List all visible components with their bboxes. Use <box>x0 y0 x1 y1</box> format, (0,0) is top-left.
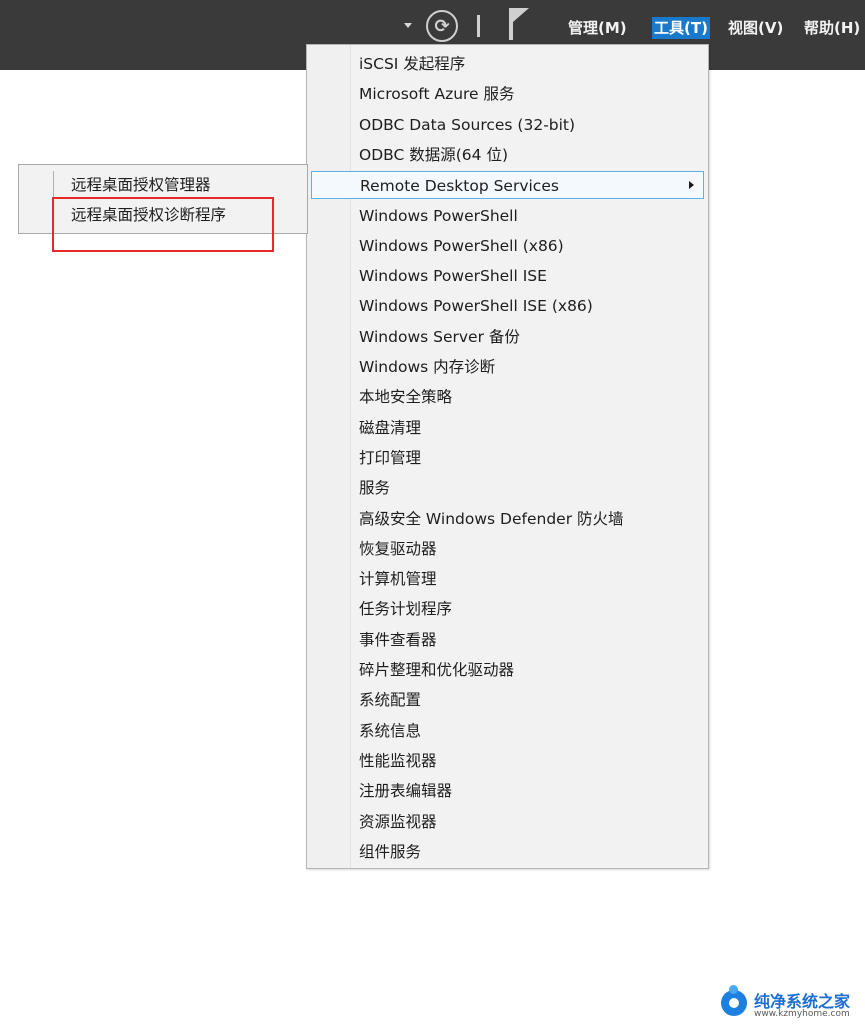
menu-item-label: Windows PowerShell ISE (x86) <box>359 297 593 316</box>
submenu-arrow-icon <box>689 181 694 190</box>
menu-item-label: Windows PowerShell ISE <box>359 267 547 286</box>
menu-item[interactable]: Microsoft Azure 服务 <box>311 80 704 108</box>
notifications-flag-icon[interactable] <box>513 8 529 22</box>
menu-item[interactable]: 服务 <box>311 474 704 502</box>
menu-item-label: 注册表编辑器 <box>359 782 453 801</box>
menu-item-label: 资源监视器 <box>359 812 437 831</box>
menu-item-label: 系统信息 <box>359 721 422 740</box>
menu-item-label: Windows PowerShell (x86) <box>359 236 564 255</box>
menu-item-label: 组件服务 <box>359 842 422 861</box>
menu-item[interactable]: 系统信息 <box>311 717 704 745</box>
menu-item-label: ODBC 数据源(64 位) <box>359 145 508 164</box>
submenu-item-licensing-manager[interactable]: 远程桌面授权管理器 <box>71 173 211 197</box>
menu-item[interactable]: 系统配置 <box>311 686 704 714</box>
menu-item-label: 事件查看器 <box>359 630 437 649</box>
menu-item-label: Windows Server 备份 <box>359 327 520 346</box>
menu-item[interactable]: Windows PowerShell ISE (x86) <box>311 292 704 320</box>
menu-item[interactable]: 计算机管理 <box>311 565 704 593</box>
menu-item[interactable]: Windows PowerShell ISE <box>311 262 704 290</box>
menu-item[interactable]: 碎片整理和优化驱动器 <box>311 656 704 684</box>
menu-tools[interactable]: 工具(T) <box>652 17 710 39</box>
menu-item-label: 计算机管理 <box>359 570 437 589</box>
menu-item[interactable]: Windows PowerShell (x86) <box>311 232 704 260</box>
menu-item-label: 磁盘清理 <box>359 418 422 437</box>
menu-item-label: 高级安全 Windows Defender 防火墙 <box>359 509 624 528</box>
menu-item[interactable]: Remote Desktop Services <box>311 171 704 200</box>
menu-item-label: Remote Desktop Services <box>360 177 559 196</box>
menu-item-label: 恢复驱动器 <box>359 539 437 558</box>
annotation-highlight-box <box>52 197 274 252</box>
menu-item[interactable]: 打印管理 <box>311 444 704 472</box>
menu-item[interactable]: 注册表编辑器 <box>311 777 704 805</box>
watermark: 纯净系统之家 www.kzmyhome.com <box>718 985 865 1025</box>
menu-item-label: 系统配置 <box>359 691 422 710</box>
menu-item-label: 服务 <box>359 479 391 498</box>
menu-item-label: Windows 内存诊断 <box>359 358 496 376</box>
menu-item[interactable]: 事件查看器 <box>311 626 704 654</box>
menu-item-label: Windows PowerShell <box>359 206 518 225</box>
menu-item[interactable]: 任务计划程序 <box>311 595 704 623</box>
refresh-icon[interactable]: ⟳ <box>426 10 458 42</box>
menu-item[interactable]: 资源监视器 <box>311 808 704 836</box>
dropdown-arrow-icon[interactable] <box>404 23 412 28</box>
menu-item[interactable]: 磁盘清理 <box>311 414 704 442</box>
menu-item[interactable]: iSCSI 发起程序 <box>311 50 704 78</box>
menu-item[interactable]: 恢复驱动器 <box>311 535 704 563</box>
menu-item[interactable]: Windows 内存诊断 <box>311 353 704 381</box>
menu-item-label: Microsoft Azure 服务 <box>359 85 515 104</box>
menu-item-label: 本地安全策略 <box>359 388 453 407</box>
menu-item[interactable]: 本地安全策略 <box>311 383 704 411</box>
menu-item-label: ODBC Data Sources (32-bit) <box>359 115 576 134</box>
menu-item[interactable]: 性能监视器 <box>311 747 704 775</box>
menu-view[interactable]: 视图(V) <box>726 17 785 39</box>
menu-item[interactable]: Windows Server 备份 <box>311 323 704 351</box>
menu-item[interactable]: ODBC 数据源(64 位) <box>311 141 704 169</box>
menu-manage[interactable]: 管理(M) <box>566 17 629 39</box>
toolbar-separator <box>477 15 480 37</box>
watermark-logo-dot <box>729 985 738 994</box>
menu-item-label: 碎片整理和优化驱动器 <box>359 661 515 679</box>
menu-item-label: 任务计划程序 <box>359 600 453 619</box>
tools-dropdown-menu: iSCSI 发起程序 Microsoft Azure 服务 ODBC Data So… <box>306 44 709 869</box>
menu-item[interactable]: 高级安全 Windows Defender 防火墙 <box>311 505 704 533</box>
menu-item[interactable]: 组件服务 <box>311 838 704 866</box>
menu-item-label: 打印管理 <box>359 448 422 467</box>
menu-help[interactable]: 帮助(H) <box>802 17 862 39</box>
menu-item[interactable]: ODBC Data Sources (32-bit) <box>311 111 704 139</box>
watermark-url: www.kzmyhome.com <box>754 1009 850 1019</box>
menu-item-label: iSCSI 发起程序 <box>359 55 466 73</box>
menu-item-label: 性能监视器 <box>359 751 437 770</box>
menu-item[interactable]: Windows PowerShell <box>311 202 704 230</box>
